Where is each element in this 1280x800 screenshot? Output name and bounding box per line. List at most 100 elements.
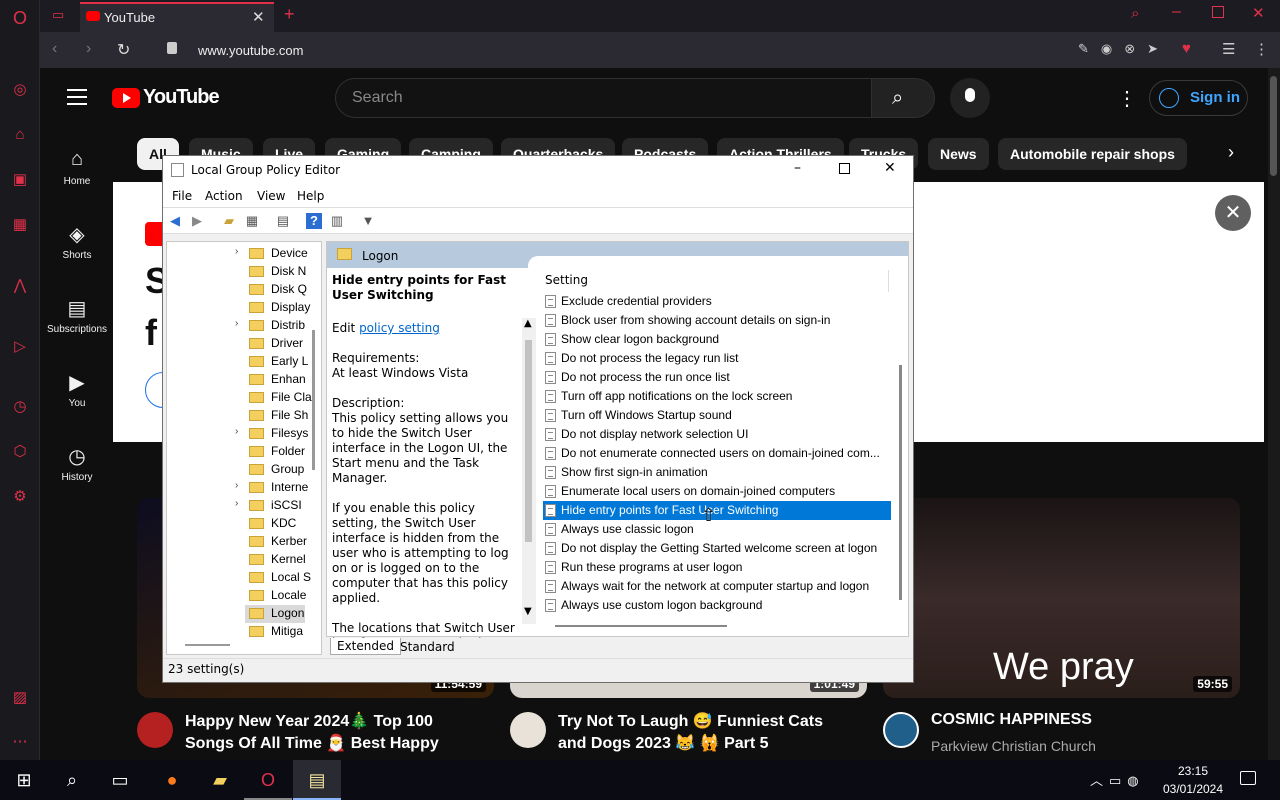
task-view-icon[interactable]: ▭ [96, 760, 144, 800]
tree-item[interactable]: Mitiga [167, 623, 321, 641]
export-list-icon[interactable]: ▤ [275, 213, 291, 229]
chip-automobile-repair-shops[interactable]: Automobile repair shops [998, 138, 1187, 170]
tab-extended[interactable]: Extended [330, 638, 401, 655]
list-hscroll-thumb[interactable] [555, 625, 727, 627]
more-dots-icon[interactable]: ⋯ [10, 732, 30, 752]
setting-row[interactable]: Always wait for the network at computer … [543, 577, 891, 596]
system-tray-icons[interactable]: ︿▭◍ [1090, 770, 1145, 789]
video-thumbnail-3[interactable]: We pray 59:55 [883, 498, 1240, 698]
download-icon[interactable]: ⋮ [1254, 40, 1269, 58]
reload-icon[interactable]: ↻ [117, 40, 130, 60]
player-icon[interactable]: ▷ [10, 337, 30, 357]
list-scrollbar-thumb[interactable] [899, 365, 902, 600]
dialog-minimize-icon[interactable]: – [794, 160, 801, 176]
tree-item[interactable]: Group [167, 461, 321, 479]
tree-item[interactable]: Folder [167, 443, 321, 461]
setting-row[interactable]: Turn off app notifications on the lock s… [543, 387, 891, 406]
aria-icon[interactable]: ⋀ [10, 276, 30, 296]
tree-expand-icon[interactable]: › [235, 480, 238, 491]
description-scrollbar[interactable]: ▲ ▼ [522, 318, 536, 624]
channel-avatar[interactable] [137, 712, 173, 748]
menu-help[interactable]: Help [297, 189, 324, 203]
youtube-logo-text[interactable]: YouTube [143, 86, 220, 109]
forward-icon[interactable]: › [86, 40, 91, 58]
opera-logo-icon[interactable]: O [10, 8, 30, 28]
setting-row[interactable]: Hide entry points for Fast User Switchin… [543, 501, 891, 520]
setting-row[interactable]: Turn off Windows Startup sound [543, 406, 891, 425]
tree-item[interactable]: Disk N [167, 263, 321, 281]
nav-you[interactable]: ▶ You [44, 370, 110, 409]
taskbar-search-icon[interactable]: ⌕ [48, 760, 96, 800]
search-button[interactable]: ⌕ [871, 78, 935, 118]
address-bar-tools[interactable]: ✎◉⊗➤ [1078, 41, 1170, 57]
workspace-icon[interactable]: ▭ [52, 7, 64, 23]
help-icon[interactable]: ? [306, 213, 322, 229]
snapshot-icon[interactable]: ▨ [10, 688, 30, 708]
menu-action[interactable]: Action [205, 189, 243, 203]
tree-expand-icon[interactable]: › [235, 426, 238, 437]
back-arrow-icon[interactable]: ◀ [167, 213, 183, 229]
heart-icon[interactable]: ♥ [1182, 40, 1191, 57]
properties-icon[interactable]: ▥ [329, 213, 345, 229]
tree-item[interactable]: File Sh [167, 407, 321, 425]
setting-column-header[interactable]: Setting [545, 273, 588, 287]
back-icon[interactable]: ‹ [52, 40, 57, 58]
sign-in-button[interactable]: Sign in [1149, 80, 1248, 116]
nav-history[interactable]: ◷ History [44, 444, 110, 483]
tree-hscroll-thumb[interactable] [185, 644, 230, 646]
notifications-icon[interactable] [1240, 771, 1256, 785]
banner-close-icon[interactable]: ✕ [1215, 195, 1251, 231]
tree-item[interactable]: Display [167, 299, 321, 317]
page-scrollbar-thumb[interactable] [1270, 76, 1277, 176]
video-title[interactable]: COSMIC HAPPINESS [931, 711, 1092, 729]
file-explorer-icon[interactable]: ▰ [196, 760, 244, 800]
dialog-close-icon[interactable]: ✕ [884, 160, 896, 176]
tree-item[interactable]: Kernel [167, 551, 321, 569]
tree-item[interactable]: Kerber [167, 533, 321, 551]
settings-gear-icon[interactable]: ⚙ [10, 487, 30, 507]
chip-news[interactable]: News [928, 138, 989, 170]
crypto-wallet-icon[interactable]: ▦ [10, 215, 30, 235]
voice-search-button[interactable] [950, 78, 990, 118]
tab-search-icon[interactable]: ⌕ [1131, 5, 1139, 22]
tree-item[interactable]: Enhan [167, 371, 321, 389]
history-clock-icon[interactable]: ◷ [10, 397, 30, 417]
setting-row[interactable]: Do not process the legacy run list [543, 349, 891, 368]
tree-expand-icon[interactable]: › [235, 246, 238, 257]
tree-item[interactable]: › Distrib [167, 317, 321, 335]
nav-home[interactable]: ⌂ Home [44, 148, 110, 187]
easy-setup-icon[interactable]: ☰ [1222, 40, 1235, 58]
channel-avatar[interactable] [510, 712, 546, 748]
tree-pane[interactable]: › Device Disk N Disk Q Display › Distrib Driver… [166, 241, 322, 655]
minimize-icon[interactable]: – [1172, 3, 1181, 21]
search-input[interactable]: Search [335, 78, 872, 118]
nav-shorts[interactable]: ◈ Shorts [44, 222, 110, 261]
window-close-icon[interactable]: ✕ [1252, 4, 1265, 22]
gpedit-taskbar-icon[interactable]: ▤ [293, 760, 341, 800]
tree-item[interactable]: Logon [245, 605, 305, 623]
tree-item[interactable]: › Interne [167, 479, 321, 497]
settings-dots-icon[interactable]: ⋮ [1117, 86, 1137, 111]
hamburger-menu-icon[interactable] [67, 89, 87, 105]
new-tab-icon[interactable]: + [284, 4, 295, 25]
setting-row[interactable]: Do not enumerate connected users on doma… [543, 444, 891, 463]
tree-item[interactable]: Driver [167, 335, 321, 353]
description-scroll-thumb[interactable] [525, 340, 532, 542]
scroll-up-icon[interactable]: ▲ [524, 318, 532, 329]
setting-row[interactable]: Do not display the Getting Started welco… [543, 539, 891, 558]
twitch-icon[interactable]: ▣ [10, 170, 30, 190]
tab-standard[interactable]: Standard [396, 639, 459, 655]
tree-item[interactable]: › Filesys [167, 425, 321, 443]
start-windows-icon[interactable]: ⊞ [0, 760, 48, 800]
setting-row[interactable]: Do not display network selection UI [543, 425, 891, 444]
tree-item[interactable]: › Device [167, 245, 321, 263]
speed-dial-icon[interactable]: ◎ [10, 80, 30, 100]
setting-row[interactable]: Show clear logon background [543, 330, 891, 349]
tree-scrollbar-thumb[interactable] [312, 330, 315, 470]
extensions-cube-icon[interactable]: ⬡ [10, 442, 30, 462]
setting-row[interactable]: Always use classic logon [543, 520, 891, 539]
tree-item[interactable]: Disk Q [167, 281, 321, 299]
clock-time[interactable]: 23:15 [1171, 764, 1215, 778]
setting-row[interactable]: Show first sign-in animation [543, 463, 891, 482]
up-folder-icon[interactable]: ▰ [221, 213, 237, 229]
